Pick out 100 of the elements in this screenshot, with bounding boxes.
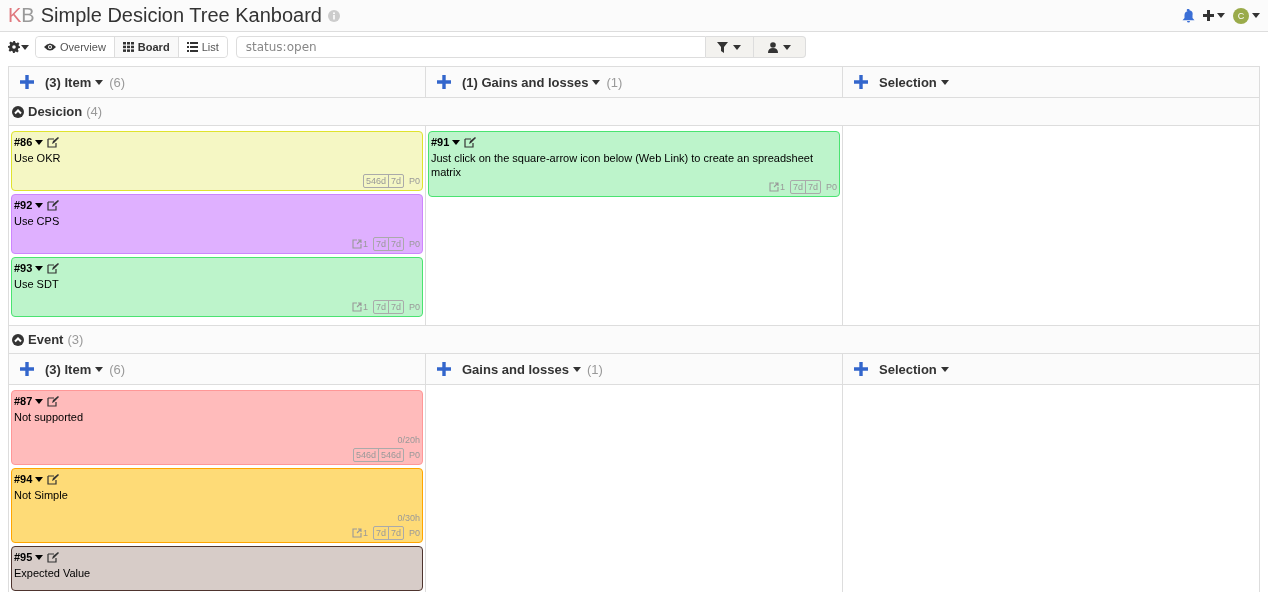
view-tab[interactable]: Board bbox=[113, 37, 178, 57]
date-badge: 7d 7d bbox=[372, 236, 404, 251]
link-count: 1 bbox=[362, 527, 368, 538]
caret-icon bbox=[35, 554, 44, 560]
date-badge: 546d 546d bbox=[352, 447, 404, 462]
task-title[interactable]: Expected Value bbox=[14, 566, 420, 588]
task-count: (6) bbox=[109, 74, 126, 90]
task-menu[interactable]: #91 bbox=[431, 136, 461, 148]
task-menu[interactable]: #86 bbox=[14, 136, 44, 148]
column-title[interactable]: Selection bbox=[879, 361, 949, 377]
task-card[interactable]: #92 Use CPS 1 7d 7d P0 bbox=[11, 194, 423, 254]
column-title[interactable]: (3) Item bbox=[45, 361, 104, 377]
task-card[interactable]: #91 Just click on the square-arrow icon below (Web Link) to create an spreadsheet matrix 1 7d 7d P0 bbox=[428, 131, 840, 197]
task-card[interactable]: #95 Expected Value bbox=[11, 546, 423, 591]
caret-icon bbox=[35, 202, 44, 208]
task-count: (1) bbox=[586, 361, 603, 377]
caret-icon bbox=[21, 44, 29, 50]
collapse-icon[interactable] bbox=[12, 333, 24, 346]
settings-menu[interactable] bbox=[8, 41, 29, 53]
priority-label: P0 bbox=[409, 527, 420, 538]
date-badge: 546d 7d bbox=[362, 173, 404, 188]
date-badge: 7d 7d bbox=[789, 179, 821, 194]
edit-icon[interactable] bbox=[464, 136, 477, 148]
task-menu[interactable]: #94 bbox=[14, 473, 44, 485]
task-title[interactable]: Just click on the square-arrow icon below (Web Link) to create an spreadsheet matrix bbox=[431, 151, 837, 179]
date-badge: 7d 7d bbox=[372, 299, 404, 314]
task-title[interactable]: Use OKR bbox=[14, 151, 420, 173]
search-field[interactable]: status:open bbox=[235, 36, 706, 58]
grid-icon bbox=[122, 42, 134, 52]
task-title[interactable]: Not Simple bbox=[14, 488, 420, 510]
add-task-icon[interactable] bbox=[854, 362, 868, 376]
edit-icon[interactable] bbox=[47, 551, 60, 563]
date-badge: 7d 7d bbox=[372, 525, 404, 540]
filter-dropdown[interactable] bbox=[705, 36, 754, 58]
column-title[interactable]: Gains and losses bbox=[462, 361, 581, 377]
user-icon bbox=[767, 41, 778, 53]
task-menu[interactable]: #87 bbox=[14, 395, 44, 407]
column-title[interactable]: Selection bbox=[879, 74, 949, 90]
time-estimate: 0/30h bbox=[396, 512, 420, 525]
caret-icon bbox=[782, 44, 791, 50]
add-task-icon[interactable] bbox=[437, 75, 451, 89]
caret-icon bbox=[35, 476, 44, 482]
edit-icon[interactable] bbox=[47, 395, 60, 407]
priority-label: P0 bbox=[409, 449, 420, 460]
caret-icon bbox=[95, 79, 104, 85]
edit-icon[interactable] bbox=[47, 199, 60, 211]
user-filter-dropdown[interactable] bbox=[753, 36, 806, 58]
view-tab[interactable]: List bbox=[177, 37, 227, 57]
caret-icon bbox=[592, 79, 601, 85]
project-title: Simple Desicion Tree Kanboard bbox=[40, 4, 322, 27]
caret-icon bbox=[1252, 13, 1260, 18]
caret-icon bbox=[452, 139, 461, 145]
time-estimate: 0/20h bbox=[396, 434, 420, 447]
notification-bell-icon[interactable] bbox=[1182, 8, 1195, 23]
add-task-icon[interactable] bbox=[437, 362, 451, 376]
priority-label: P0 bbox=[409, 301, 420, 312]
task-count: (3) bbox=[67, 332, 84, 347]
column-title[interactable]: (3) Item bbox=[45, 74, 104, 90]
task-count: (6) bbox=[109, 361, 126, 377]
link-count: 1 bbox=[362, 301, 368, 312]
task-card[interactable]: #87 Not supported 0/20h 546d 546d P0 bbox=[11, 390, 423, 465]
add-menu[interactable] bbox=[1203, 10, 1225, 21]
caret-icon bbox=[35, 265, 44, 271]
task-menu[interactable]: #93 bbox=[14, 262, 44, 274]
edit-icon[interactable] bbox=[47, 473, 60, 485]
caret-icon bbox=[95, 366, 104, 372]
add-task-icon[interactable] bbox=[20, 75, 34, 89]
add-task-icon[interactable] bbox=[854, 75, 868, 89]
add-task-icon[interactable] bbox=[20, 362, 34, 376]
swimlane-name: Desicion bbox=[28, 104, 83, 119]
caret-icon bbox=[35, 139, 44, 145]
caret-icon bbox=[733, 44, 742, 50]
task-count: (1) bbox=[606, 74, 623, 90]
task-menu[interactable]: #95 bbox=[14, 551, 44, 563]
task-menu[interactable]: #92 bbox=[14, 199, 44, 211]
priority-label: P0 bbox=[409, 238, 420, 249]
link-count: 1 bbox=[362, 238, 368, 249]
edit-icon[interactable] bbox=[47, 136, 60, 148]
caret-icon bbox=[572, 366, 581, 372]
priority-label: P0 bbox=[409, 175, 420, 186]
priority-label: P0 bbox=[826, 181, 837, 192]
caret-icon bbox=[940, 79, 949, 85]
list-icon bbox=[186, 42, 198, 52]
edit-icon[interactable] bbox=[47, 262, 60, 274]
eye-icon bbox=[44, 43, 56, 51]
filter-icon bbox=[717, 41, 729, 53]
task-title[interactable]: Not supported bbox=[14, 410, 420, 432]
task-card[interactable]: #94 Not Simple 0/30h 1 7d 7d P0 bbox=[11, 468, 423, 543]
column-title[interactable]: (1) Gains and losses bbox=[462, 74, 601, 90]
caret-icon bbox=[940, 366, 949, 372]
collapse-icon[interactable] bbox=[12, 105, 24, 118]
swimlane-name: Event bbox=[28, 332, 64, 347]
task-title[interactable]: Use CPS bbox=[14, 214, 420, 236]
task-count: (4) bbox=[86, 104, 103, 119]
task-card[interactable]: #93 Use SDT 1 7d 7d P0 bbox=[11, 257, 423, 317]
task-title[interactable]: Use SDT bbox=[14, 277, 420, 299]
task-card[interactable]: #86 Use OKR 546d 7d P0 bbox=[11, 131, 423, 191]
caret-icon bbox=[35, 398, 44, 404]
caret-icon bbox=[1217, 13, 1225, 18]
link-count: 1 bbox=[779, 181, 785, 192]
